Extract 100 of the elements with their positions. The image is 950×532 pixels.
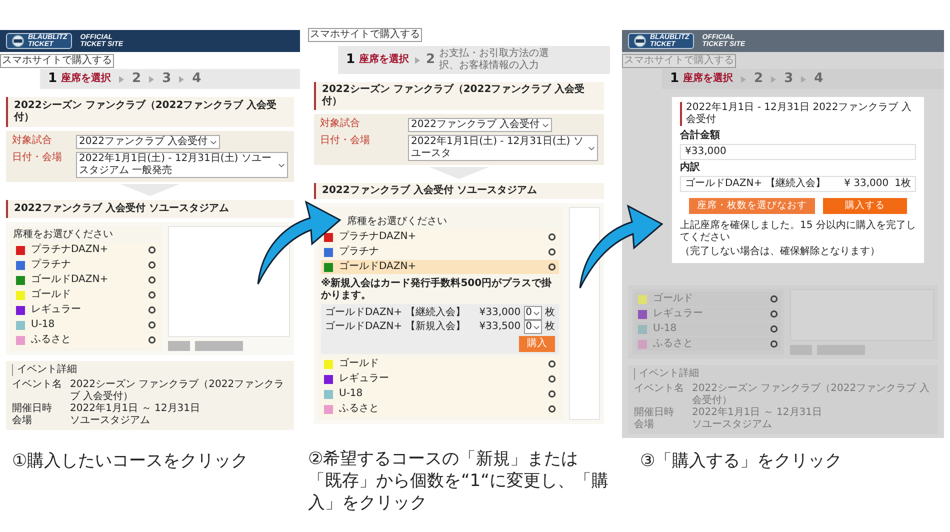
seat-row[interactable]: U-18	[321, 387, 559, 401]
emblem-icon	[11, 35, 25, 47]
step-number: 4	[814, 72, 824, 86]
radio-circle-icon	[548, 263, 556, 271]
detail-value: 2022シーズン ファンクラブ（2022ファンクラブ 入会受付）	[70, 379, 286, 403]
seat-name: レギュラー	[31, 304, 82, 316]
seat-name: プラチナDAZN+	[339, 231, 418, 243]
smartphone-site-link[interactable]: スマホサイトで購入する	[0, 54, 114, 68]
field-label: 合計金額	[680, 130, 721, 142]
seat-row[interactable]: ゴールド	[321, 357, 559, 371]
step-arrow-icon	[741, 76, 746, 82]
step-arrow-icon	[149, 76, 154, 82]
seat-name: U-18	[653, 323, 678, 335]
seat-name: ふるさと	[653, 338, 694, 350]
radio-circle-icon	[770, 340, 778, 348]
detail-value: 2022年1月1日 ～ 12月31日	[70, 403, 200, 415]
seat-name: プラチナ	[339, 246, 380, 258]
step-number: 3	[162, 72, 172, 86]
seat-name: レギュラー	[339, 373, 390, 385]
select-field[interactable]: 2022年1月1日(土) - 12月31日(土) ソユースタジアム 一般発売	[76, 152, 288, 178]
radio-circle-icon	[548, 360, 556, 368]
dialog-message: 上記座席を確保しました。15 分以内に購入を完了してください	[680, 220, 916, 244]
option-name: ゴールドDAZN+ 【新規入会】	[325, 321, 466, 333]
seat-row[interactable]: プラチナ	[13, 258, 159, 272]
radio-circle-icon	[770, 310, 778, 318]
item-price: ¥ 33,000	[844, 178, 889, 190]
field-label: 対象試合	[320, 118, 361, 130]
radio-circle-icon	[148, 246, 156, 254]
detail-label: 開催日時	[12, 403, 53, 415]
seat-name: ゴールド	[339, 358, 380, 370]
caret-icon	[533, 324, 540, 330]
step-number: 1	[670, 72, 680, 86]
radio-circle-icon	[148, 306, 156, 314]
section-title: 2022ファンクラブ 入会受付 ソユースタジアム	[314, 183, 604, 199]
detail-label: イベント名	[12, 379, 62, 392]
option-name: ゴールドDAZN+ 【継続入会】	[325, 307, 466, 319]
radio-circle-icon	[548, 375, 556, 383]
quantity-select[interactable]: 0	[524, 320, 542, 334]
seat-name: ゴールドDAZN+	[31, 274, 110, 286]
radio-circle-icon	[548, 405, 556, 413]
seat-row[interactable]: プラチナDAZN+	[321, 230, 559, 244]
select-field[interactable]: 2022年1月1日(土) - 12月31日(土) ソユースタ	[408, 135, 598, 161]
unit-label: 枚	[545, 307, 555, 319]
detail-value: 2022年1月1日 ～ 12月31日	[692, 407, 822, 419]
detail-label: 会場	[634, 419, 655, 431]
caret-icon	[588, 146, 595, 150]
seat-name: ゴールド	[31, 289, 72, 301]
option-price: ¥33,000	[479, 307, 521, 319]
caption: ①購入したいコースをクリック	[11, 450, 250, 472]
select-field[interactable]: 2022ファンクラブ 入会受付	[76, 135, 220, 149]
item-name: ゴールドDAZN+ 【継続入会】	[685, 178, 826, 190]
seat-row[interactable]: プラチナDAZN+	[13, 243, 159, 257]
seat-row[interactable]: プラチナ	[321, 245, 559, 259]
dialog-message: （完了しない場合は、確保解除となります）	[680, 246, 881, 258]
total-field: ¥33,000	[680, 144, 916, 160]
seat-row[interactable]: ふるさと	[13, 333, 159, 347]
seat-row[interactable]: ゴールドDAZN+	[321, 260, 559, 274]
list-heading: 席種をお選びください	[13, 229, 114, 241]
detail-value: ソユースタジアム	[692, 419, 772, 431]
smartphone-site-link[interactable]: スマホサイトで購入する	[308, 28, 422, 42]
detail-label: 開催日時	[634, 407, 675, 419]
caret-icon	[533, 310, 540, 316]
step-number: 1	[48, 72, 58, 86]
detail-value: 2022シーズン ファンクラブ（2022ファンクラブ 入会受付）	[692, 383, 930, 407]
seat-row[interactable]: レギュラー	[13, 303, 159, 317]
radio-circle-icon	[148, 291, 156, 299]
section-title: 2022ファンクラブ 入会受付 ソユースタジアム	[6, 200, 294, 218]
seat-row[interactable]: ふるさと	[321, 402, 559, 416]
step-label: 座席を選択	[683, 73, 734, 85]
radio-circle-icon	[148, 321, 156, 329]
caret-icon	[542, 122, 549, 128]
radio-circle-icon	[548, 233, 556, 241]
seat-row[interactable]: ゴールドDAZN+	[13, 273, 159, 287]
page-title: 2022シーズン ファンクラブ（2022ファンクラブ 入会受付）	[6, 97, 294, 127]
seat-name: プラチナDAZN+	[31, 244, 110, 256]
field-label: 日付・会場	[320, 135, 371, 147]
section-title: イベント詳細	[634, 368, 932, 380]
caret-icon	[278, 162, 285, 168]
seat-name: ゴールドDAZN+	[339, 261, 418, 273]
radio-circle-icon	[548, 390, 556, 398]
caret-icon	[210, 140, 217, 144]
quantity-select[interactable]: 0	[524, 306, 542, 320]
seat-name: U-18	[31, 319, 56, 331]
caption: ②希望するコースの「新規」または「既存」から個数を“1“に変更し、「購入」をクリック	[308, 448, 610, 514]
step-label: お支払・お引取方法の選択、お客様情報の入力	[439, 48, 550, 72]
page-title: 2022シーズン ファンクラブ（2022ファンクラブ 入会受付）	[314, 82, 604, 110]
radio-circle-icon	[148, 276, 156, 284]
seat-row[interactable]: U-18	[13, 318, 159, 332]
select-field[interactable]: 2022ファンクラブ 入会受付	[408, 118, 552, 132]
seat-row[interactable]: ゴールド	[13, 288, 159, 302]
radio-circle-icon	[770, 295, 778, 303]
radio-circle-icon	[148, 336, 156, 344]
option-price: ¥33,500	[479, 321, 521, 333]
step-number: 2	[426, 53, 436, 67]
section-title: イベント詳細	[12, 364, 288, 376]
step-arrow-icon	[801, 76, 806, 82]
seat-row[interactable]: レギュラー	[321, 372, 559, 386]
seat-name: U-18	[339, 388, 364, 400]
field-label: 対象試合	[12, 135, 53, 147]
seat-name: ゴールド	[653, 293, 694, 305]
